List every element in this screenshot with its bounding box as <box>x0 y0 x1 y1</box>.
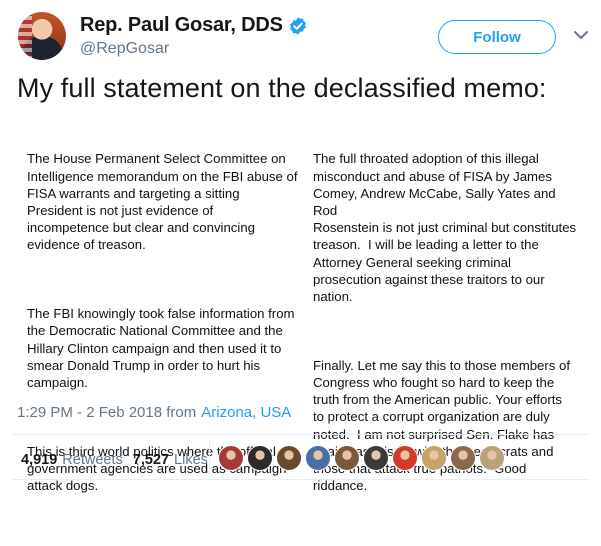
statement-image[interactable]: The House Permanent Select Committee on … <box>17 112 587 493</box>
liker-avatar[interactable] <box>450 445 476 471</box>
avatar[interactable] <box>18 12 66 60</box>
retweets-label[interactable]: Retweets <box>62 452 122 468</box>
stats-separator <box>209 440 210 474</box>
liker-avatar[interactable] <box>247 445 273 471</box>
name-line: Rep. Paul Gosar, DDS <box>80 14 308 37</box>
flag-icon <box>18 12 32 60</box>
likes-count[interactable]: 7,527 <box>133 452 169 468</box>
tweet-stats: 4,919 Retweets 7,527 Likes <box>21 452 218 468</box>
likes-label[interactable]: Likes <box>174 452 208 468</box>
statement-left-column: The House Permanent Select Committee on … <box>27 116 307 546</box>
tweet-header: Rep. Paul Gosar, DDS @RepGosar Follow <box>12 6 590 60</box>
liker-avatar[interactable] <box>276 445 302 471</box>
statement-paragraph: Finally. Let me say this to those member… <box>313 357 571 494</box>
timestamp: 1:29 PM - 2 Feb 2018 from Arizona, USA <box>17 404 291 421</box>
handle[interactable]: @RepGosar <box>80 40 169 58</box>
tweet-location[interactable]: Arizona, USA <box>201 404 291 421</box>
tweet-text: My full statement on the declassified me… <box>17 73 547 103</box>
liker-avatar[interactable] <box>305 445 331 471</box>
liker-avatar[interactable] <box>334 445 360 471</box>
liker-avatar[interactable] <box>421 445 447 471</box>
liker-avatar[interactable] <box>363 445 389 471</box>
follow-button[interactable]: Follow <box>438 20 556 54</box>
statement-right-column: The full throated adoption of this illeg… <box>313 116 583 546</box>
retweets-count[interactable]: 4,919 <box>21 452 57 468</box>
tweet-time[interactable]: 1:29 PM - 2 Feb 2018 from <box>17 404 196 421</box>
chevron-down-icon[interactable] <box>572 26 590 44</box>
statement-paragraph: The FBI knowingly took false information… <box>27 306 295 391</box>
display-name[interactable]: Rep. Paul Gosar, DDS <box>80 14 283 37</box>
liker-avatar[interactable] <box>479 445 505 471</box>
divider <box>12 479 589 480</box>
verified-badge-icon <box>289 16 306 35</box>
liker-avatar[interactable] <box>392 445 418 471</box>
liker-avatars <box>218 445 505 471</box>
statement-paragraph: The full throated adoption of this illeg… <box>313 151 577 305</box>
statement-paragraph: The House Permanent Select Committee on … <box>27 151 298 253</box>
divider <box>12 434 589 435</box>
liker-avatar[interactable] <box>218 445 244 471</box>
